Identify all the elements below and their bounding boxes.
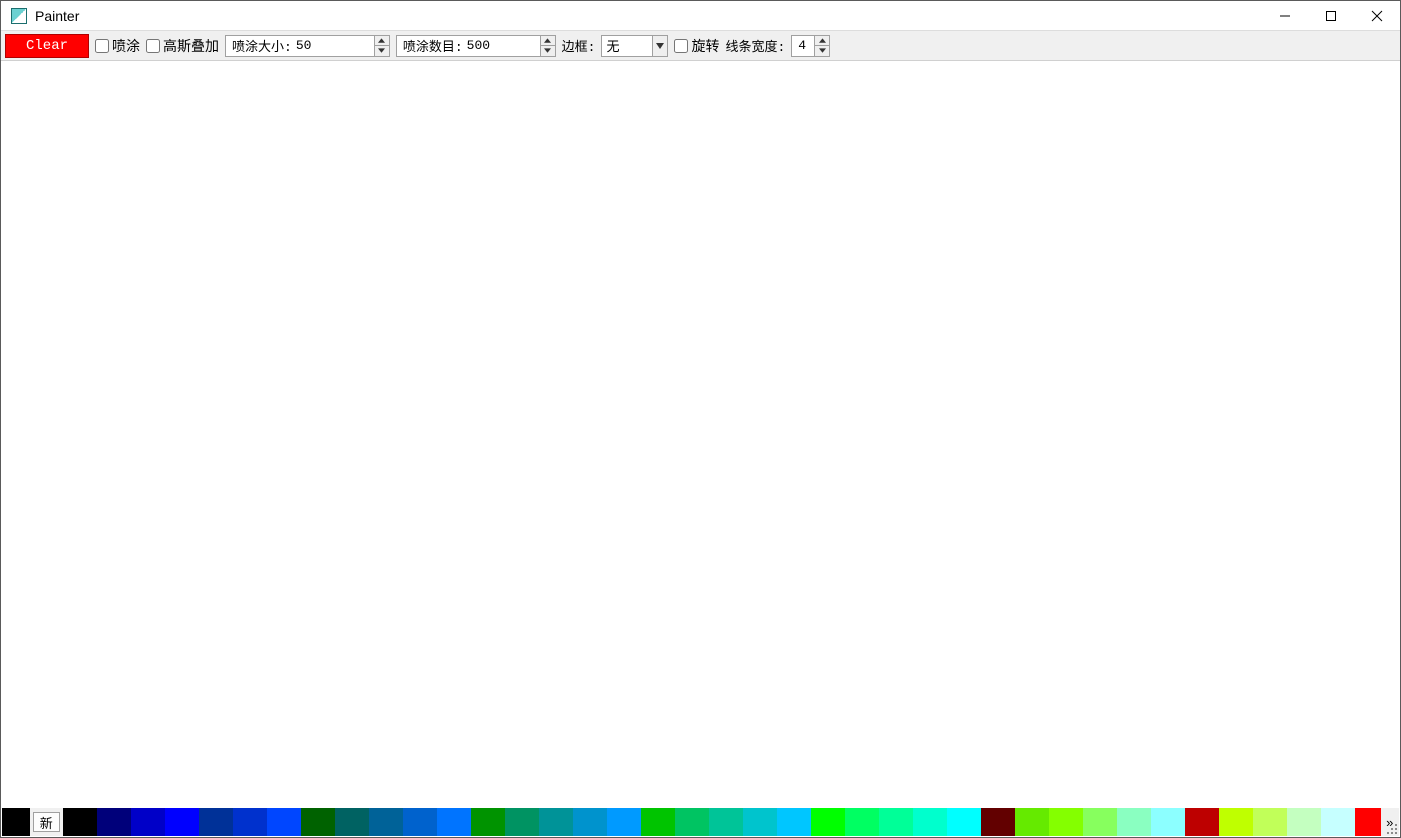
maximize-button[interactable] <box>1308 1 1354 31</box>
title-bar: Painter <box>1 1 1400 31</box>
chevron-down-icon[interactable] <box>652 36 667 56</box>
chevron-down-icon[interactable] <box>815 45 829 56</box>
color-swatch[interactable] <box>471 808 505 836</box>
color-swatch[interactable] <box>777 808 811 836</box>
color-swatch[interactable] <box>63 808 97 836</box>
minimize-button[interactable] <box>1262 1 1308 31</box>
border-value[interactable] <box>602 36 652 56</box>
color-palette-bar: 新 » <box>2 808 1399 836</box>
color-swatch[interactable] <box>811 808 845 836</box>
overflow-button[interactable]: » <box>1381 808 1399 836</box>
drawing-canvas[interactable] <box>2 62 1399 807</box>
color-swatch[interactable] <box>845 808 879 836</box>
gaussian-checkbox[interactable] <box>146 39 160 53</box>
line-width-arrows[interactable] <box>814 36 829 56</box>
color-swatch[interactable] <box>947 808 981 836</box>
window-title: Painter <box>35 8 79 24</box>
spray-checkbox-wrap[interactable]: 喷涂 <box>95 36 140 56</box>
color-swatch[interactable] <box>1117 808 1151 836</box>
color-swatch[interactable] <box>335 808 369 836</box>
border-combo[interactable] <box>601 35 668 57</box>
app-window: Painter Clear 喷涂 高斯叠加 喷涂大小: <box>0 0 1401 838</box>
color-swatch[interactable] <box>641 808 675 836</box>
gaussian-checkbox-label: 高斯叠加 <box>163 36 219 56</box>
line-width-spinner[interactable] <box>791 35 830 57</box>
spray-count-arrows[interactable] <box>540 36 555 56</box>
color-swatch[interactable] <box>1321 808 1355 836</box>
color-swatch[interactable] <box>607 808 641 836</box>
color-swatch[interactable] <box>913 808 947 836</box>
line-width-label: 线条宽度: <box>725 36 785 55</box>
color-swatch[interactable] <box>1253 808 1287 836</box>
chevron-down-icon[interactable] <box>375 45 389 56</box>
color-swatch[interactable] <box>97 808 131 836</box>
spray-checkbox[interactable] <box>95 39 109 53</box>
clear-button[interactable]: Clear <box>5 34 89 58</box>
line-width-input[interactable] <box>792 36 814 56</box>
chevron-down-icon[interactable] <box>541 45 555 56</box>
color-swatch[interactable] <box>1015 808 1049 836</box>
current-color-swatch[interactable] <box>2 808 30 836</box>
color-swatch[interactable] <box>1151 808 1185 836</box>
color-swatch[interactable] <box>879 808 913 836</box>
close-button[interactable] <box>1354 1 1400 31</box>
chevron-up-icon[interactable] <box>541 36 555 46</box>
color-swatch[interactable] <box>981 808 1015 836</box>
color-swatch[interactable] <box>1185 808 1219 836</box>
chevron-up-icon[interactable] <box>815 36 829 46</box>
color-swatch[interactable] <box>165 808 199 836</box>
color-swatch[interactable] <box>1083 808 1117 836</box>
rotate-checkbox-label: 旋转 <box>691 36 719 56</box>
color-swatch[interactable] <box>1049 808 1083 836</box>
color-swatch[interactable] <box>743 808 777 836</box>
color-swatch[interactable] <box>1287 808 1321 836</box>
color-swatch[interactable] <box>267 808 301 836</box>
spray-size-arrows[interactable] <box>374 36 389 56</box>
color-swatch[interactable] <box>437 808 471 836</box>
gaussian-checkbox-wrap[interactable]: 高斯叠加 <box>146 36 219 56</box>
spray-size-prefix: 喷涂大小: <box>226 36 294 55</box>
color-swatch[interactable] <box>403 808 437 836</box>
spray-count-input[interactable] <box>465 36 540 56</box>
color-swatch[interactable] <box>709 808 743 836</box>
spray-size-spinner[interactable]: 喷涂大小: <box>225 35 390 57</box>
rotate-checkbox-wrap[interactable]: 旋转 <box>674 36 719 56</box>
spray-checkbox-label: 喷涂 <box>112 36 140 56</box>
color-swatch[interactable] <box>131 808 165 836</box>
app-icon <box>11 8 27 24</box>
spray-count-prefix: 喷涂数目: <box>397 36 465 55</box>
color-swatch[interactable] <box>1355 808 1381 836</box>
chevron-up-icon[interactable] <box>375 36 389 46</box>
color-swatch[interactable] <box>233 808 267 836</box>
toolbar: Clear 喷涂 高斯叠加 喷涂大小: 喷涂数目: 边框: <box>1 31 1400 61</box>
swatch-container <box>63 808 1381 836</box>
color-swatch[interactable] <box>675 808 709 836</box>
spray-size-input[interactable] <box>294 36 374 56</box>
color-swatch[interactable] <box>301 808 335 836</box>
color-swatch[interactable] <box>369 808 403 836</box>
new-color-button[interactable]: 新 <box>33 812 60 832</box>
color-swatch[interactable] <box>1219 808 1253 836</box>
color-swatch[interactable] <box>199 808 233 836</box>
color-swatch[interactable] <box>539 808 573 836</box>
border-label: 边框: <box>562 36 596 55</box>
rotate-checkbox[interactable] <box>674 39 688 53</box>
color-swatch[interactable] <box>505 808 539 836</box>
spray-count-spinner[interactable]: 喷涂数目: <box>396 35 556 57</box>
color-swatch[interactable] <box>573 808 607 836</box>
